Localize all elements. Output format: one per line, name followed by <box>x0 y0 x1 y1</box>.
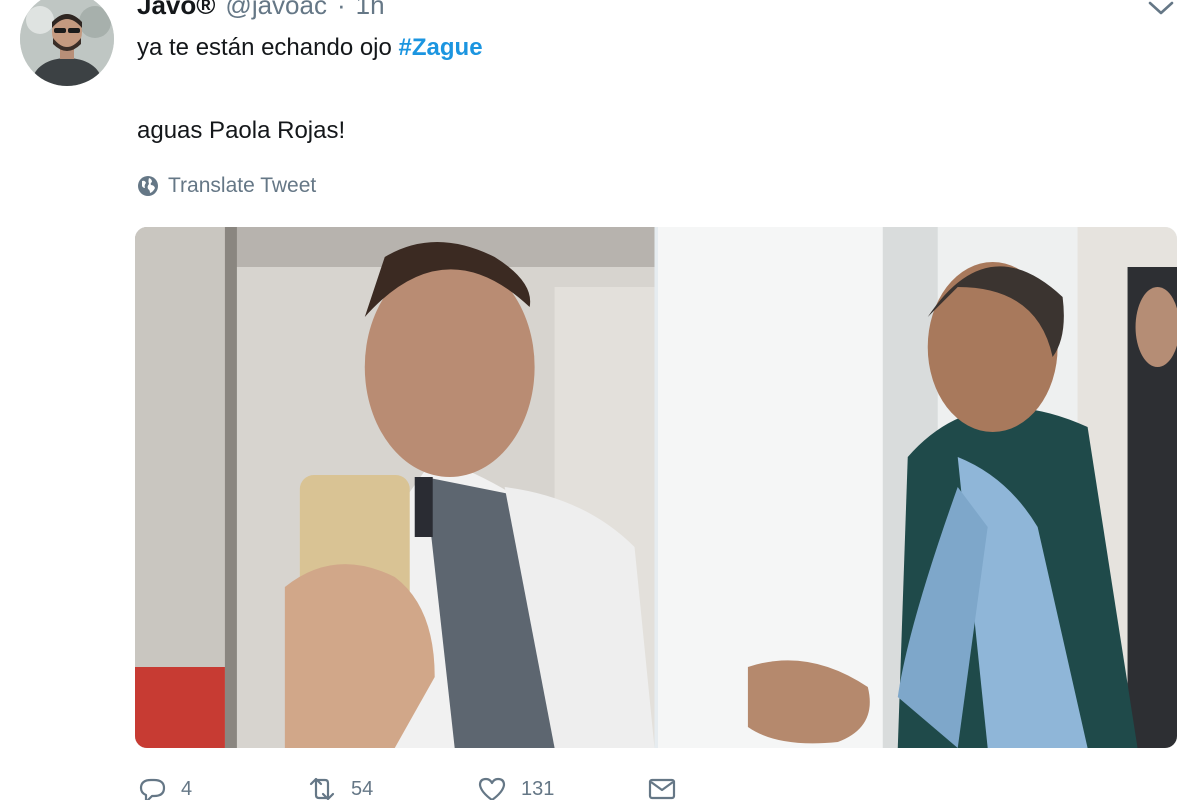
tweet-timestamp[interactable]: 1h <box>356 0 385 21</box>
globe-icon <box>138 176 158 196</box>
like-button[interactable]: 131 <box>477 774 647 800</box>
heart-icon <box>478 777 506 800</box>
reply-count: 4 <box>181 777 193 800</box>
tweet-actions: 4 54 131 <box>137 774 677 800</box>
tweet-header: Javo® @javoac · 1h <box>137 0 385 22</box>
retweet-icon <box>309 777 335 800</box>
media-photo-right[interactable] <box>657 227 1177 748</box>
translate-label: Translate Tweet <box>168 174 317 197</box>
tweet-text-line1: ya te están echando ojo #Zague <box>137 34 483 62</box>
translate-tweet-link[interactable]: Translate Tweet <box>137 174 316 198</box>
tweet-text: ya te están echando ojo <box>137 34 399 61</box>
author-name[interactable]: Javo® <box>137 0 215 21</box>
separator-dot: · <box>336 0 346 20</box>
tweet-media[interactable] <box>135 227 1177 748</box>
author-handle[interactable]: @javoac <box>225 0 327 21</box>
direct-message-button[interactable] <box>647 774 677 800</box>
media-photo-left[interactable] <box>135 227 655 748</box>
chevron-down-icon[interactable] <box>1148 0 1174 16</box>
like-count: 131 <box>521 777 555 800</box>
reply-icon <box>139 778 166 800</box>
retweet-button[interactable]: 54 <box>307 774 477 800</box>
reply-button[interactable]: 4 <box>137 774 307 800</box>
retweet-count: 54 <box>351 777 374 800</box>
hashtag-link[interactable]: #Zague <box>399 34 483 61</box>
tweet-text-line2: aguas Paola Rojas! <box>137 117 346 144</box>
envelope-icon <box>648 778 676 800</box>
avatar[interactable] <box>20 0 114 86</box>
avatar-image <box>20 0 114 86</box>
